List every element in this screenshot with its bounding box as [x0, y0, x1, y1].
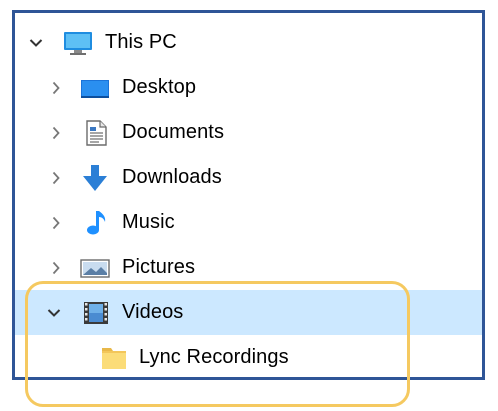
tree-item-lync-recordings[interactable]: Lync Recordings — [15, 335, 482, 377]
downloads-icon — [80, 164, 110, 192]
tree-item-label: Desktop — [122, 75, 197, 98]
pictures-icon — [80, 254, 110, 282]
music-icon — [81, 209, 111, 237]
tree-item-videos[interactable]: Videos — [15, 290, 482, 335]
tree-item-label: Downloads — [122, 165, 222, 188]
chevron-right-icon[interactable] — [47, 169, 65, 187]
tree-item-label: Documents — [122, 120, 225, 143]
chevron-right-icon[interactable] — [47, 79, 65, 97]
tree-item-music[interactable]: Music — [15, 200, 482, 245]
tree-item-downloads[interactable]: Downloads — [15, 155, 482, 200]
navigation-pane-frame: This PC Desktop Documents Downloads Musi… — [12, 10, 485, 380]
videos-icon — [81, 299, 111, 327]
folder-icon — [99, 344, 129, 372]
tree-item-pictures[interactable]: Pictures — [15, 245, 482, 290]
tree-item-label: Videos — [122, 300, 184, 323]
chevron-right-icon[interactable] — [47, 214, 65, 232]
chevron-right-icon[interactable] — [47, 259, 65, 277]
desktop-icon — [80, 74, 110, 102]
chevron-down-icon[interactable] — [27, 34, 45, 52]
tree-item-documents[interactable]: Documents — [15, 110, 482, 155]
chevron-right-icon[interactable] — [47, 124, 65, 142]
chevron-down-icon[interactable] — [45, 304, 63, 322]
monitor-icon — [63, 29, 93, 57]
documents-icon — [81, 119, 111, 147]
tree-item-this-pc[interactable]: This PC — [15, 20, 482, 65]
navigation-tree: This PC Desktop Documents Downloads Musi… — [15, 20, 482, 377]
tree-item-label: Music — [122, 210, 175, 233]
tree-item-label: Lync Recordings — [139, 345, 289, 368]
tree-item-label: Pictures — [122, 255, 196, 278]
tree-item-label: This PC — [105, 30, 177, 53]
tree-item-desktop[interactable]: Desktop — [15, 65, 482, 110]
